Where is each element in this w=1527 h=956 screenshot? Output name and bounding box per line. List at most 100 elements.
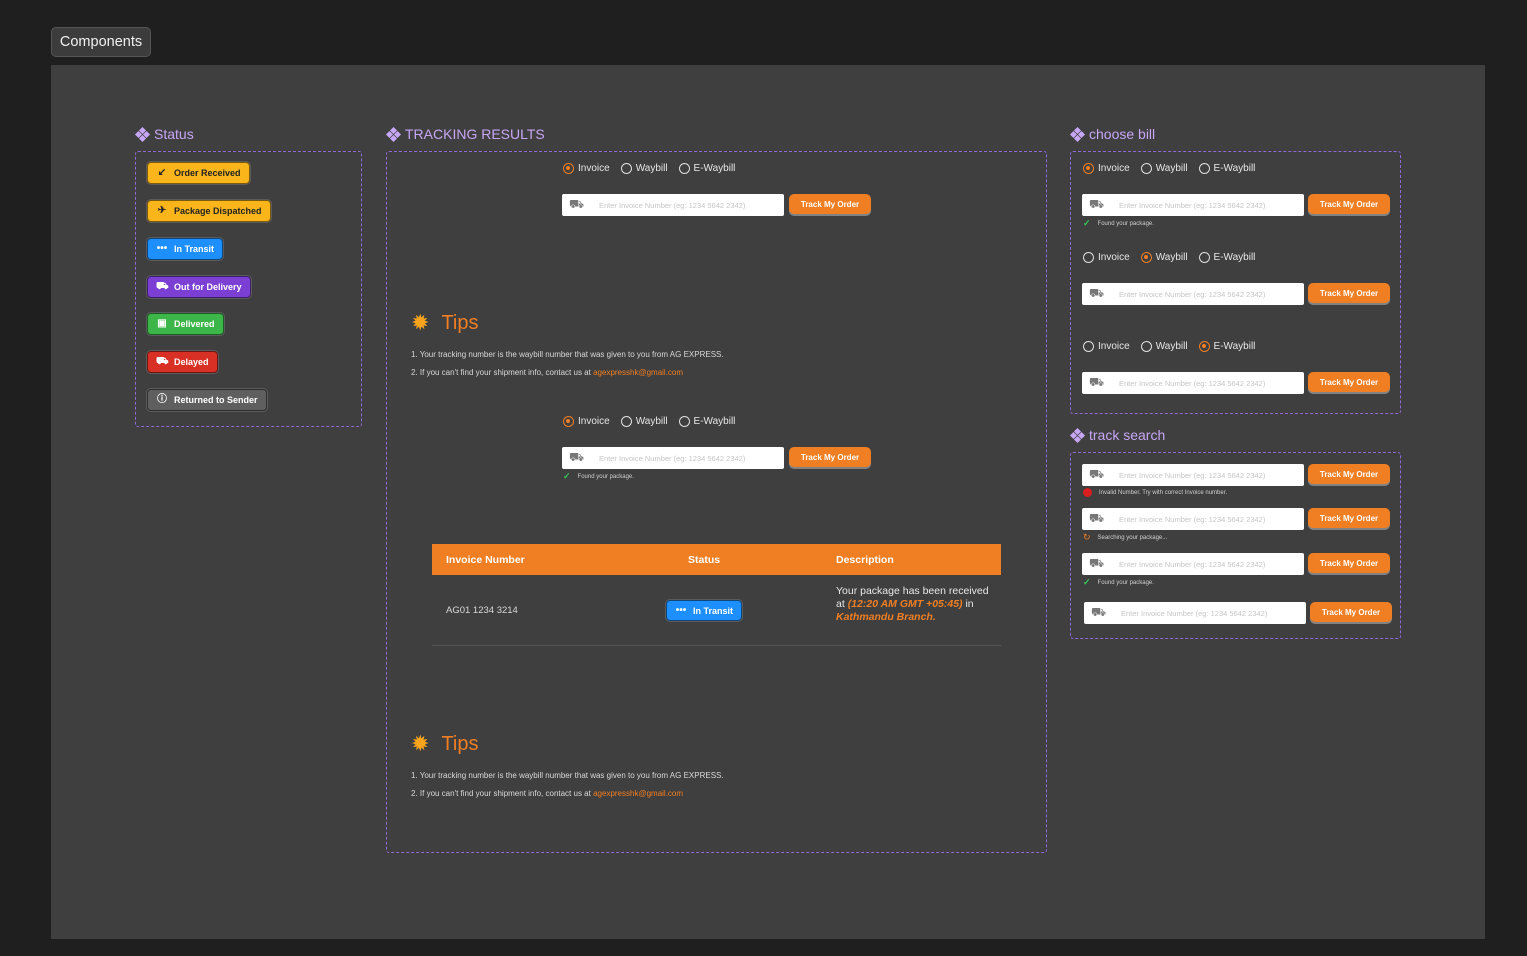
tips-line-1: 1. Your tracking number is the waybill n… [411, 350, 724, 359]
radio-label: Invoice [1098, 163, 1130, 174]
bill-type-radios: Invoice Waybill E-Waybill [1083, 341, 1255, 352]
badge-delayed: ⛟ Delayed [147, 351, 218, 373]
radio-dot-icon [1140, 341, 1152, 352]
searching-message: ↻ Searching your package... [1083, 532, 1167, 543]
tips-heading: Tips [441, 732, 479, 755]
radio-dot-icon [678, 416, 690, 427]
truck-icon: ⛟ [1089, 467, 1105, 481]
spinner-icon: ↻ [1083, 532, 1091, 542]
invoice-input[interactable] [1119, 378, 1299, 388]
error-icon [1083, 488, 1092, 497]
track-order-button[interactable]: Track My Order [1308, 372, 1390, 392]
bill-type-radios: Invoice Waybill E-Waybill [1083, 252, 1255, 263]
searching-text: Searching your package... [1097, 534, 1168, 541]
radio-label: Waybill [1155, 163, 1188, 174]
track-order-button[interactable]: Track My Order [1308, 508, 1390, 528]
truck-icon: ⛟ [1089, 511, 1105, 525]
track-order-button[interactable]: Track My Order [789, 194, 871, 214]
radio-waybill[interactable]: Waybill [1140, 341, 1188, 352]
bill-type-radios: Invoice Waybill E-Waybill [563, 163, 735, 174]
desc-time: (12:20 AM GMT +05:45) [847, 598, 963, 610]
status-title-text: Status [154, 126, 194, 142]
component-icon [134, 126, 151, 142]
radio-label: E-Waybill [1213, 252, 1256, 263]
radio-dot-icon [620, 416, 632, 427]
radio-dot-icon [1198, 341, 1210, 352]
tips-line-1: 1. Your tracking number is the waybill n… [411, 771, 724, 780]
invoice-input[interactable] [1119, 559, 1299, 569]
badge-label: Package Dispatched [174, 206, 262, 216]
radio-waybill[interactable]: Waybill [1140, 163, 1188, 174]
bill-type-radios: Invoice Waybill E-Waybill [563, 416, 735, 427]
radio-e-waybill[interactable]: E-Waybill [1198, 163, 1256, 174]
radio-dot-icon [563, 163, 574, 174]
radio-e-waybill[interactable]: E-Waybill [1198, 341, 1255, 352]
radio-e-waybill[interactable]: E-Waybill [678, 163, 736, 174]
track-search-title: track search [1069, 427, 1165, 443]
choose-bill-title-text: choose bill [1089, 126, 1156, 142]
found-text: Found your package. [577, 473, 634, 480]
badge-label: In Transit [174, 244, 215, 254]
radio-waybill[interactable]: Waybill [1140, 252, 1188, 263]
invoice-search-field: ⛟ [1084, 602, 1306, 624]
radio-dot-icon [1083, 163, 1094, 174]
radio-e-waybill[interactable]: E-Waybill [678, 416, 736, 427]
desc-mid: in [965, 598, 974, 610]
radio-invoice[interactable]: Invoice [563, 163, 610, 174]
contact-email-link[interactable]: agexpresshk@gmail.com [593, 789, 683, 798]
component-icon [1069, 427, 1086, 443]
track-order-button[interactable]: Track My Order [789, 447, 871, 467]
radio-label: E-Waybill [693, 416, 736, 427]
tips-heading: Tips [441, 311, 479, 334]
dots-icon: ••• [156, 243, 168, 254]
truck-icon: ⛟ [569, 197, 585, 211]
radio-dot-icon [1198, 163, 1210, 174]
track-order-button[interactable]: Track My Order [1310, 602, 1392, 622]
arrow-down-left-icon: ↙ [157, 167, 167, 178]
check-icon: ✓ [1083, 577, 1091, 587]
contact-email-link[interactable]: agexpresshk@gmail.com [593, 368, 683, 377]
radio-label: Waybill [635, 416, 668, 427]
track-order-button[interactable]: Track My Order [1308, 283, 1390, 303]
track-order-button[interactable]: Track My Order [1308, 194, 1390, 214]
invoice-input[interactable] [1119, 289, 1299, 299]
invoice-input[interactable] [1119, 470, 1299, 480]
badge-label: Returned to Sender [174, 395, 258, 405]
component-icon [1069, 126, 1086, 142]
truck-icon: ⛟ [1089, 197, 1105, 211]
badge-package-dispatched: ✈ Package Dispatched [147, 200, 271, 222]
invoice-input[interactable] [1119, 200, 1299, 210]
track-order-button[interactable]: Track My Order [1308, 553, 1390, 573]
radio-invoice[interactable]: Invoice [563, 416, 610, 427]
invoice-input[interactable] [599, 453, 779, 463]
invoice-input[interactable] [599, 200, 779, 210]
found-message: ✓ Found your package. [1083, 577, 1154, 588]
radio-waybill[interactable]: Waybill [620, 416, 668, 427]
track-order-button[interactable]: Track My Order [1308, 464, 1390, 484]
row-description: Your package has been received at (12:20… [836, 585, 996, 624]
radio-invoice[interactable]: Invoice [1083, 341, 1130, 352]
invoice-input[interactable] [1119, 514, 1299, 524]
truck-icon: ⛟ [1091, 605, 1107, 619]
col-invoice-number: Invoice Number [446, 554, 525, 566]
radio-invoice[interactable]: Invoice [1083, 252, 1130, 263]
badge-order-received: ↙ Order Received [147, 162, 250, 184]
badge-label: Delivered [174, 319, 215, 329]
invoice-search-field: ⛟ [1082, 194, 1304, 216]
invoice-input[interactable] [1121, 608, 1301, 618]
truck-icon: ⛟ [1089, 286, 1105, 300]
plane-departure-icon: ✈ [157, 205, 167, 216]
radio-dot-icon [1198, 252, 1210, 263]
radio-waybill[interactable]: Waybill [620, 163, 668, 174]
tracking-section-title: TRACKING RESULTS [385, 126, 545, 142]
bill-type-radios: Invoice Waybill E-Waybill [1083, 163, 1255, 174]
radio-label: E-Waybill [1213, 163, 1256, 174]
invalid-message: Invalid Number. Try with correct Invoice… [1083, 488, 1227, 497]
lightbulb-icon: ✹ [411, 310, 430, 335]
dots-icon: ••• [675, 604, 687, 616]
radio-invoice[interactable]: Invoice [1083, 163, 1130, 174]
table-row: AG01 1234 3214 ••• In Transit Your packa… [432, 576, 1001, 646]
radio-label: E-Waybill [693, 163, 736, 174]
radio-e-waybill[interactable]: E-Waybill [1198, 252, 1256, 263]
page-tab-components[interactable]: Components [51, 27, 151, 57]
